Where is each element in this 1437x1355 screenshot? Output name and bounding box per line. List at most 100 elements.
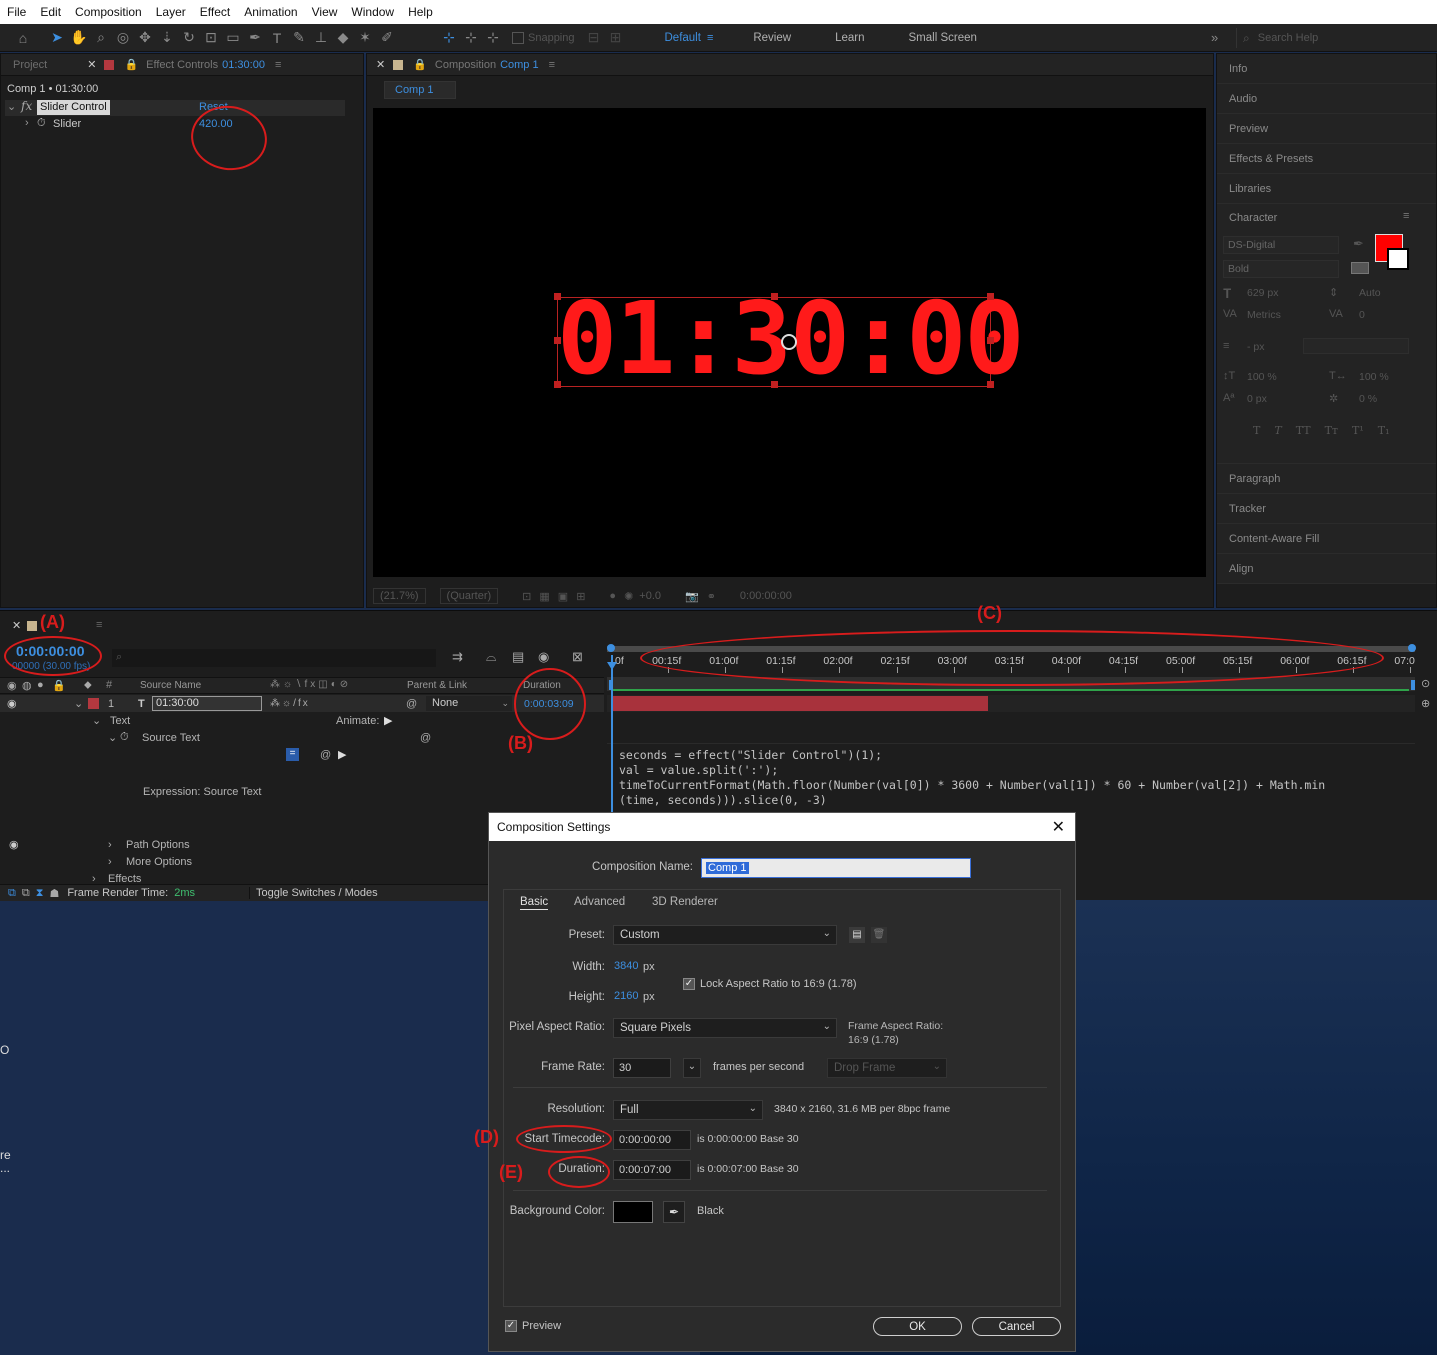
comp-marker-bin-icon[interactable]: ⊕ <box>1421 697 1430 710</box>
duration-input[interactable]: 0:00:07:00 <box>613 1160 691 1180</box>
font-size-value[interactable]: 629 px <box>1247 287 1279 299</box>
source-name-header[interactable]: Source Name <box>140 680 201 691</box>
expression-graph-icon[interactable]: @ <box>320 749 331 761</box>
lock-aspect-checkbox[interactable]: ✓ Lock Aspect Ratio to 16:9 (1.78) <box>683 978 857 990</box>
font-family-select[interactable]: DS-Digital <box>1223 236 1339 254</box>
bbox-handle[interactable] <box>554 337 561 344</box>
baseline-shift-value[interactable]: 0 px <box>1247 393 1267 405</box>
delete-preset-icon[interactable]: 🗑 <box>871 927 887 943</box>
expression-line-4[interactable]: (time, seconds))).slice(0, -3) <box>619 793 827 807</box>
magnification-select[interactable]: (21.7%) <box>373 588 426 604</box>
panel-audio[interactable]: Audio <box>1217 84 1436 114</box>
superscript-icon[interactable]: T¹ <box>1352 424 1364 437</box>
anchor-point-tool-icon[interactable]: ⊡ <box>200 27 222 49</box>
layer-search-input[interactable]: ⌕ <box>112 649 436 667</box>
workspace-small-screen[interactable]: Small Screen <box>887 32 999 44</box>
height-value[interactable]: 2160 <box>614 990 638 1002</box>
comp-button-icon[interactable]: ⊙ <box>1421 677 1430 690</box>
dolly-camera-icon[interactable]: ⇣ <box>156 27 178 49</box>
stroke-width-value[interactable]: - px <box>1247 341 1265 353</box>
faux-bold-icon[interactable]: T <box>1253 424 1260 437</box>
expression-pickwhip-icon[interactable]: @ <box>420 732 431 744</box>
effects-chevron-icon[interactable]: › <box>92 873 96 885</box>
expression-line-1[interactable]: seconds = effect("Slider Control")(1); <box>619 748 882 762</box>
workspace-learn[interactable]: Learn <box>813 32 886 44</box>
comp-name-input[interactable]: Comp 1 <box>701 858 971 878</box>
lock-icon[interactable]: 🔒 <box>124 58 138 71</box>
parent-link-header[interactable]: Parent & Link <box>407 680 467 691</box>
menu-effect[interactable]: Effect <box>193 5 237 19</box>
close-timeline-icon[interactable]: ✕ <box>12 619 21 632</box>
expression-line-3[interactable]: timeToCurrentFormat(Math.floor(Number(va… <box>619 778 1325 792</box>
vertical-scale-value[interactable]: 100 % <box>1247 371 1277 383</box>
font-style-select[interactable]: Bold <box>1223 260 1339 278</box>
source-text-stopwatch-icon[interactable]: ⏱ <box>120 731 129 744</box>
bbox-handle[interactable] <box>987 337 994 344</box>
selection-tool-icon[interactable]: ➤ <box>46 27 68 49</box>
character-menu-icon[interactable]: ≡ <box>1403 210 1409 222</box>
tab-project[interactable]: Project <box>13 59 47 71</box>
digital-clock-text[interactable]: 01:30:00 <box>557 289 1025 389</box>
menu-animation[interactable]: Animation <box>237 5 304 19</box>
bbox-handle[interactable] <box>987 381 994 388</box>
bbox-handle[interactable] <box>554 293 561 300</box>
eyedropper-icon[interactable]: ✒ <box>1353 236 1364 252</box>
horizontal-scale-value[interactable]: 100 % <box>1359 371 1389 383</box>
layer-duration-bar[interactable] <box>611 696 989 711</box>
close-comp-tab-icon[interactable]: ✕ <box>376 58 385 71</box>
home-icon[interactable]: ⌂ <box>12 27 34 49</box>
tab-basic[interactable]: Basic <box>520 896 549 910</box>
cancel-button[interactable]: Cancel <box>972 1317 1061 1336</box>
layer-switches[interactable]: ⁂☼/fx <box>270 698 310 709</box>
motion-blur-icon[interactable]: ◉ <box>538 649 549 665</box>
pen-tool-icon[interactable]: ✒ <box>244 27 266 49</box>
shy-layers-icon[interactable]: ▤ <box>512 649 524 665</box>
snapshot-icon[interactable]: 📷 <box>685 590 699 603</box>
resolution-select[interactable]: Full ⌄ <box>613 1100 763 1120</box>
panel-libraries[interactable]: Libraries <box>1217 174 1436 204</box>
lock-aspect-checkmark-icon[interactable]: ✓ <box>683 978 695 990</box>
eraser-tool-icon[interactable]: ◆ <box>332 27 354 49</box>
panel-paragraph[interactable]: Paragraph <box>1217 464 1436 494</box>
panel-info[interactable]: Info <box>1217 54 1436 84</box>
more-workspaces-icon[interactable]: » <box>1211 30 1218 45</box>
world-axis-icon[interactable]: ⊹ <box>460 27 482 49</box>
nav-end-handle[interactable] <box>1411 680 1415 690</box>
draft-3d-icon[interactable]: ⌓ <box>486 649 496 665</box>
menu-window[interactable]: Window <box>344 5 401 19</box>
color-channels-icon[interactable]: ● <box>609 590 616 602</box>
viewer-timecode[interactable]: 0:00:00:00 <box>740 590 792 602</box>
search-help[interactable]: ⌕ Search Help <box>1236 28 1431 48</box>
effect-name[interactable]: Slider Control <box>37 100 110 115</box>
comp-breadcrumb[interactable]: Comp 1 <box>384 81 456 99</box>
menu-file[interactable]: File <box>0 5 33 19</box>
panel-tracker[interactable]: Tracker <box>1217 494 1436 524</box>
hand-tool-icon[interactable]: ✋ <box>68 27 90 49</box>
layer-expand-chevron-icon[interactable]: ⌄ <box>74 697 83 710</box>
animate-label[interactable]: Animate: <box>336 715 379 727</box>
composition-name-tab[interactable]: Comp 1 <box>500 59 539 71</box>
dialog-close-icon[interactable]: ✕ <box>1052 817 1065 837</box>
workspace-menu-icon[interactable]: ≡ <box>707 32 731 44</box>
graph-editor-icon[interactable]: ⊠ <box>572 649 583 665</box>
comp-lock-icon[interactable]: 🔒 <box>413 58 427 71</box>
render-time-pane-icon[interactable]: ☗ <box>49 887 59 900</box>
rectangle-tool-icon[interactable]: ▭ <box>222 27 244 49</box>
expression-language-menu-icon[interactable]: ▶ <box>338 748 346 761</box>
exposure-reset-icon[interactable]: ✺ <box>624 590 633 603</box>
snap-option-icon[interactable]: ⊟ <box>583 27 605 49</box>
preset-select[interactable]: Custom ⌄ <box>613 925 837 945</box>
start-timecode-input[interactable]: 0:00:00:00 <box>613 1130 691 1150</box>
workspace-review[interactable]: Review <box>731 32 813 44</box>
snap-option2-icon[interactable]: ⊞ <box>605 27 627 49</box>
rotation-tool-icon[interactable]: ↻ <box>178 27 200 49</box>
all-caps-icon[interactable]: TT <box>1296 424 1311 437</box>
clone-stamp-icon[interactable]: ⊥ <box>310 27 332 49</box>
ok-button[interactable]: OK <box>873 1317 962 1336</box>
type-tool-icon[interactable]: T <box>266 27 288 49</box>
tab-effect-controls[interactable]: Effect Controls <box>146 59 218 71</box>
expression-line-2[interactable]: val = value.split(':'); <box>619 763 778 777</box>
mask-visibility-icon[interactable]: ▣ <box>558 590 568 603</box>
bbox-handle[interactable] <box>771 381 778 388</box>
path-options-chevron-icon[interactable]: › <box>108 839 112 851</box>
